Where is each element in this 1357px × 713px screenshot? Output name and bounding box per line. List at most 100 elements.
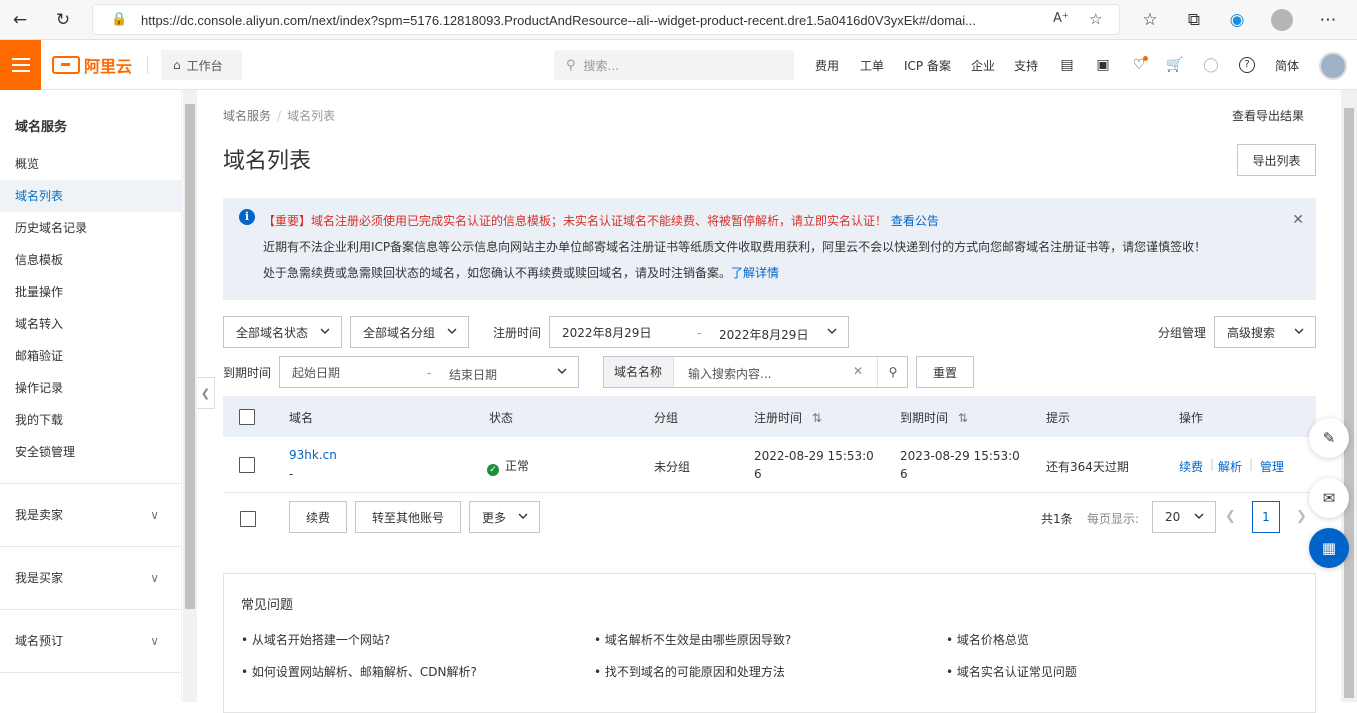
reg-date-range-picker[interactable]: 2022年8月29日 - 2022年8月29日 (549, 316, 849, 348)
nav-icp[interactable]: ICP 备案 (904, 57, 951, 74)
faq-link[interactable]: • 域名价格总览 (946, 631, 1029, 648)
sidebar-item-transfer-in[interactable]: 域名转入 (0, 308, 181, 340)
check-circle-icon: ✓ (487, 464, 499, 476)
domain-search-input[interactable]: 输入搜索内容... (688, 365, 771, 382)
page-button-1[interactable]: 1 (1252, 501, 1280, 533)
search-field-select[interactable]: 域名名称 (604, 357, 674, 387)
col-hint: 提示 (1046, 411, 1071, 425)
sidebar-item-op-records[interactable]: 操作记录 (0, 372, 181, 404)
avatar[interactable] (1319, 52, 1347, 80)
global-search-input[interactable]: ⚲ 搜索... (554, 50, 794, 80)
clear-icon[interactable]: ✕ (853, 364, 863, 378)
nav-fees[interactable]: 费用 (815, 57, 839, 74)
bulk-select-checkbox[interactable] (240, 511, 256, 527)
refresh-icon[interactable]: ↻ (49, 6, 77, 34)
read-aloud-icon[interactable]: A⁺ (1053, 11, 1069, 26)
favorite-add-icon[interactable]: ☆ (1089, 10, 1102, 28)
aliyun-logo[interactable]: 阿里云 (52, 54, 132, 76)
per-page-label: 每页显示: (1087, 512, 1140, 526)
lock-icon: 🔒 (111, 12, 128, 27)
faq-link[interactable]: • 域名实名认证常见问题 (946, 663, 1077, 680)
menu-icon[interactable] (0, 40, 41, 90)
edge-icon[interactable]: ◉ (1223, 6, 1251, 34)
profile-icon[interactable] (1268, 6, 1296, 34)
total-count: 共1条 (1041, 512, 1073, 526)
terminal-icon[interactable]: ▣ (1093, 55, 1113, 75)
group-filter-select[interactable]: 全部域名分组 (350, 316, 469, 348)
nav-support[interactable]: 支持 (1014, 57, 1038, 74)
group-manage-link[interactable]: 分组管理 (1158, 324, 1206, 341)
sidebar-group-buyer[interactable]: 我是买家 ∨ (0, 558, 181, 598)
advanced-search-select[interactable]: 高级搜索 (1214, 316, 1316, 348)
sidebar-item-overview[interactable]: 概览 (0, 148, 181, 180)
sidebar-group-reserve[interactable]: 域名预订 ∨ (0, 621, 181, 661)
exp-date-range-picker[interactable]: 起始日期 - 结束日期 (279, 356, 579, 388)
edit-icon[interactable]: ✎ (1309, 418, 1349, 458)
chevron-down-icon (557, 368, 567, 374)
collections-icon[interactable]: ⧉ (1180, 6, 1208, 34)
learn-more-link[interactable]: 了解详情 (731, 266, 779, 280)
language-switch[interactable]: 简体 (1275, 57, 1299, 74)
col-reg-time[interactable]: 注册时间 ⇅ (754, 409, 822, 426)
sidebar-item-templates[interactable]: 信息模板 (0, 244, 181, 276)
col-exp-time[interactable]: 到期时间 ⇅ (900, 409, 968, 426)
cart-icon[interactable]: 🛒 (1165, 55, 1185, 75)
renew-link[interactable]: 续费 (1179, 458, 1203, 475)
favorites-icon[interactable]: ☆ (1136, 6, 1164, 34)
domain-link[interactable]: 93hk.cn (289, 448, 337, 462)
faq-link[interactable]: • 如何设置网站解析、邮箱解析、CDN解析? (241, 663, 477, 680)
row-checkbox[interactable] (239, 457, 255, 473)
faq-title: 常见问题 (241, 598, 294, 613)
faq-link[interactable]: • 域名解析不生效是由哪些原因导致? (594, 631, 791, 648)
address-bar[interactable]: 🔒 https://dc.console.aliyun.com/next/ind… (92, 4, 1120, 35)
view-export-results-link[interactable]: 查看导出结果 (1232, 107, 1304, 124)
status-filter-select[interactable]: 全部域名状态 (223, 316, 342, 348)
reset-button[interactable]: 重置 (916, 356, 974, 388)
back-icon[interactable]: ← (6, 6, 34, 34)
bulb-icon[interactable]: ◯ (1201, 55, 1221, 75)
reg-time-label: 注册时间 (493, 326, 542, 340)
sidebar-item-domain-list[interactable]: 域名列表 (0, 180, 181, 212)
sidebar-scrollbar[interactable] (183, 90, 197, 702)
help-icon[interactable]: ? (1237, 55, 1257, 75)
app-icon[interactable]: ▤ (1057, 55, 1077, 75)
prev-page-icon[interactable]: ❮ (1225, 509, 1236, 524)
divider (0, 546, 181, 547)
sidebar: 域名服务 概览 域名列表 历史域名记录 信息模板 批量操作 域名转入 邮箱验证 … (0, 90, 182, 702)
export-list-button[interactable]: 导出列表 (1237, 144, 1316, 176)
breadcrumb-root[interactable]: 域名服务 (223, 109, 271, 123)
view-announcement-link[interactable]: 查看公告 (891, 214, 939, 228)
sidebar-item-email-verify[interactable]: 邮箱验证 (0, 340, 181, 372)
close-icon[interactable]: ✕ (1292, 212, 1304, 228)
faq-link[interactable]: • 从域名开始搭建一个网站? (241, 631, 390, 648)
table-row: 93hk.cn - ✓ 正常 未分组 2022-08-29 15:53:0 6 2… (223, 437, 1316, 493)
bell-icon[interactable]: ♡ (1129, 55, 1149, 75)
col-domain: 域名 (289, 411, 314, 425)
dns-link[interactable]: 解析 (1218, 458, 1242, 475)
more-actions-select[interactable]: 更多 (469, 501, 540, 533)
page-scrollbar[interactable] (1341, 90, 1357, 702)
divider (0, 483, 181, 484)
bulk-renew-button[interactable]: 续费 (289, 501, 347, 533)
next-page-icon[interactable]: ❯ (1296, 509, 1307, 524)
more-icon[interactable]: ⋯ (1314, 6, 1342, 34)
faq-link[interactable]: • 找不到域名的可能原因和处理方法 (594, 663, 785, 680)
domain-search-group: 域名名称 输入搜索内容... ✕ ⚲ (603, 356, 908, 388)
workbench-button[interactable]: ⌂ 工作台 (161, 50, 242, 80)
sidebar-item-security-lock[interactable]: 安全锁管理 (0, 436, 181, 468)
chat-icon[interactable]: ✉ (1309, 478, 1349, 518)
sidebar-item-history[interactable]: 历史域名记录 (0, 212, 181, 244)
apps-icon[interactable]: ▦ (1309, 528, 1349, 568)
transfer-account-button[interactable]: 转至其他账号 (355, 501, 461, 533)
sidebar-item-batch[interactable]: 批量操作 (0, 276, 181, 308)
divider (147, 56, 148, 74)
manage-link[interactable]: 管理 (1260, 458, 1284, 475)
page-size-select[interactable]: 20 (1152, 501, 1216, 533)
collapse-sidebar-button[interactable]: ❮ (197, 377, 215, 409)
sidebar-item-downloads[interactable]: 我的下载 (0, 404, 181, 436)
select-all-checkbox[interactable] (239, 409, 255, 425)
sidebar-group-seller[interactable]: 我是卖家 ∨ (0, 495, 181, 535)
search-icon[interactable]: ⚲ (877, 357, 908, 387)
nav-enterprise[interactable]: 企业 (971, 57, 995, 74)
nav-tickets[interactable]: 工单 (860, 57, 884, 74)
